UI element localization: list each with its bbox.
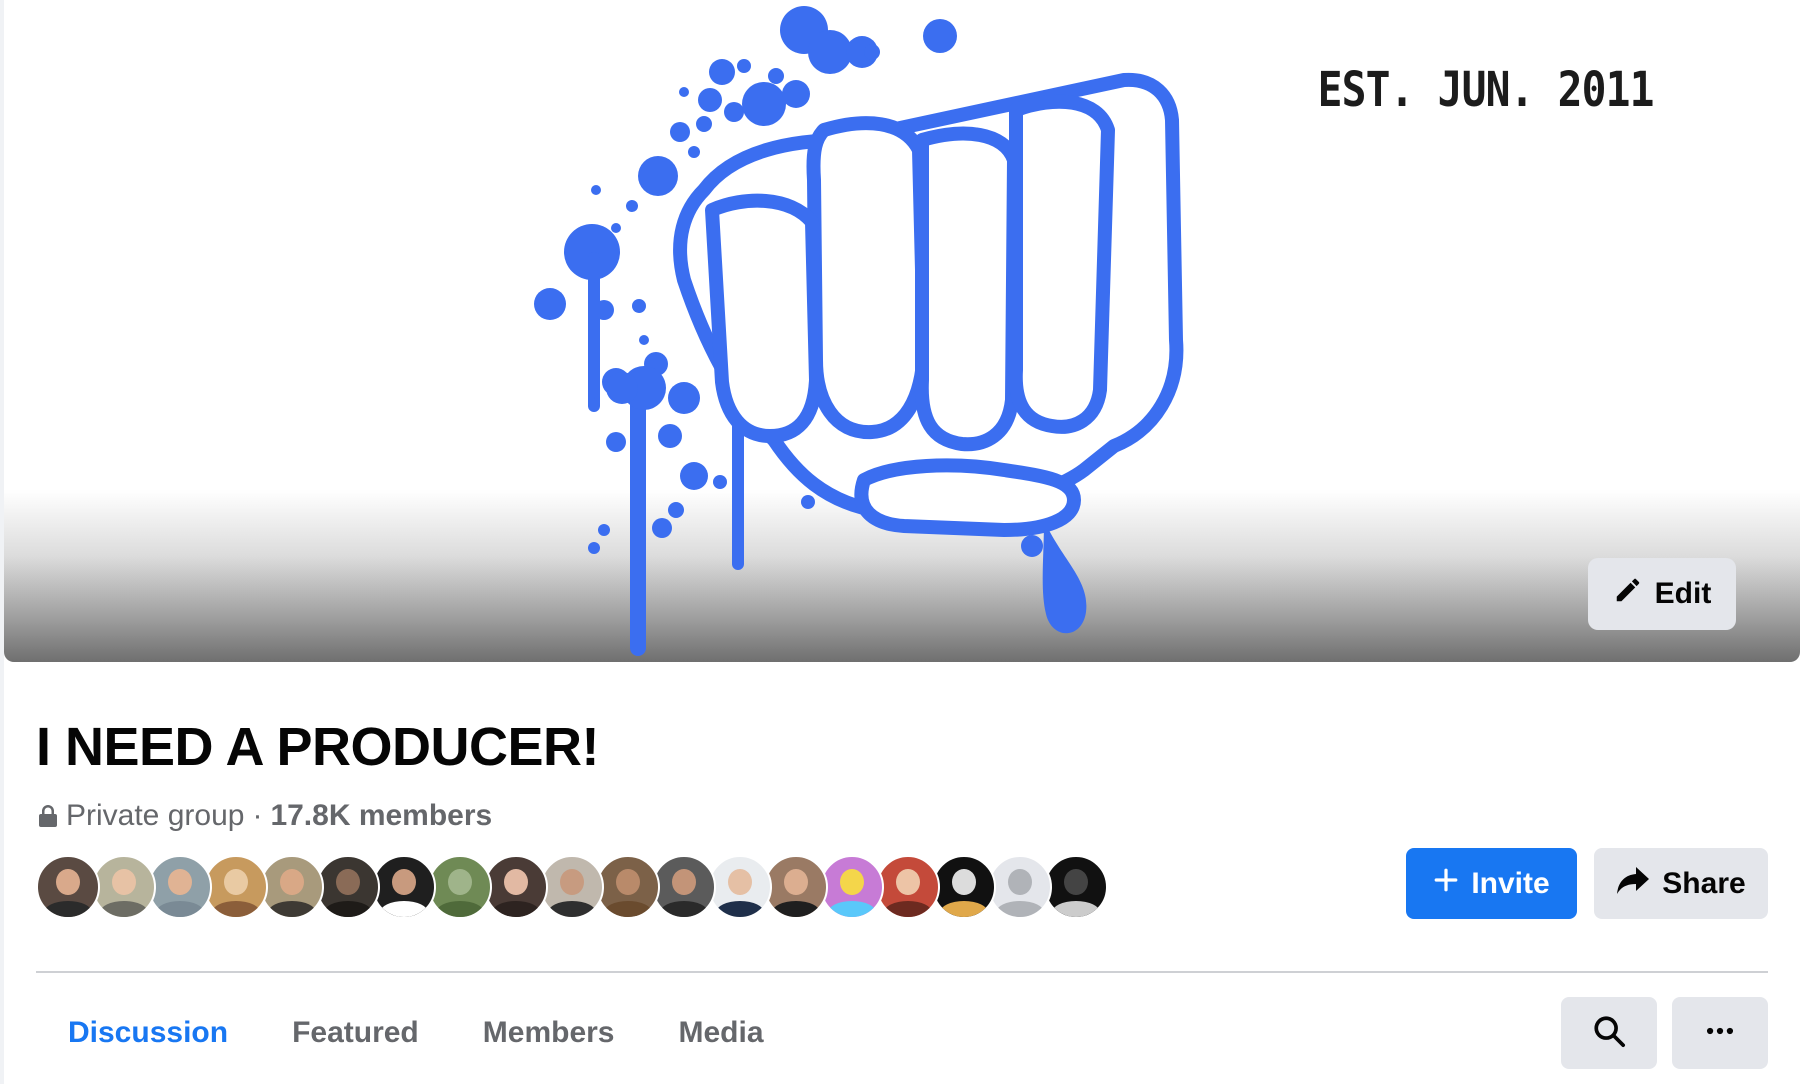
avatar-face (112, 869, 136, 896)
member-avatar[interactable] (652, 855, 716, 919)
member-avatar[interactable] (484, 855, 548, 919)
group-name[interactable]: I NEED A PRODUCER! (36, 716, 600, 778)
member-avatar[interactable] (260, 855, 324, 919)
avatar-face (1064, 869, 1088, 896)
edit-cover-button[interactable]: Edit (1588, 558, 1736, 630)
avatar-body (548, 901, 596, 917)
member-count[interactable]: 17.8K members (270, 799, 492, 833)
member-avatar-stack[interactable] (36, 855, 1108, 919)
invite-label: Invite (1471, 866, 1550, 900)
avatar-face (616, 869, 640, 896)
avatar-body (604, 901, 652, 917)
avatar-body (324, 901, 372, 917)
member-avatar[interactable] (316, 855, 380, 919)
avatar-body (660, 901, 708, 917)
avatar-body (268, 901, 316, 917)
avatar-face (560, 869, 584, 896)
member-avatar[interactable] (1044, 855, 1108, 919)
avatar-face (896, 869, 920, 896)
avatar-face (224, 869, 248, 896)
member-avatar[interactable] (36, 855, 100, 919)
avatar-face (952, 869, 976, 896)
member-avatar[interactable] (596, 855, 660, 919)
avatar-body (1052, 901, 1100, 917)
member-avatar[interactable] (820, 855, 884, 919)
member-avatar[interactable] (428, 855, 492, 919)
header-divider (36, 971, 1768, 973)
tab-featured[interactable]: Featured (260, 990, 451, 1076)
avatar-body (492, 901, 540, 917)
meta-separator: · (252, 799, 263, 832)
tab-members-label: Members (482, 1016, 615, 1049)
avatar-face (336, 869, 360, 896)
avatar-body (100, 901, 148, 917)
search-button[interactable] (1561, 997, 1657, 1069)
tab-featured-label: Featured (292, 1016, 419, 1049)
member-avatar[interactable] (92, 855, 156, 919)
edit-cover-label: Edit (1654, 577, 1712, 610)
group-cover-photo: EST. JUN. 2011 Edit (4, 0, 1800, 662)
member-avatar[interactable] (876, 855, 940, 919)
member-avatar[interactable] (540, 855, 604, 919)
pencil-icon (1613, 575, 1643, 613)
member-avatar[interactable] (988, 855, 1052, 919)
avatar-face (448, 869, 472, 896)
member-avatar[interactable] (204, 855, 268, 919)
avatar-face (168, 869, 192, 896)
member-avatar[interactable] (372, 855, 436, 919)
avatar-face (728, 869, 752, 896)
member-avatar[interactable] (764, 855, 828, 919)
avatar-face (1008, 869, 1032, 896)
cover-tagline: EST. JUN. 2011 (1318, 62, 1655, 118)
lock-icon (38, 805, 58, 827)
tab-media[interactable]: Media (646, 990, 795, 1076)
invite-button[interactable]: Invite (1406, 848, 1577, 919)
member-avatar[interactable] (932, 855, 996, 919)
share-label: Share (1662, 866, 1746, 900)
avatar-body (940, 901, 988, 917)
tab-members[interactable]: Members (451, 990, 647, 1076)
share-arrow-icon (1616, 865, 1650, 903)
search-icon (1592, 1014, 1626, 1053)
avatar-body (716, 901, 764, 917)
more-icon (1703, 1014, 1737, 1053)
plus-icon (1433, 867, 1459, 901)
avatar-body (828, 901, 876, 917)
avatar-body (380, 901, 428, 917)
avatar-face (784, 869, 808, 896)
privacy-label[interactable]: Private group (66, 799, 244, 833)
avatar-body (212, 901, 260, 917)
member-avatar[interactable] (148, 855, 212, 919)
avatar-body (156, 901, 204, 917)
avatar-face (504, 869, 528, 896)
avatar-body (884, 901, 932, 917)
avatar-face (280, 869, 304, 896)
more-options-button[interactable] (1672, 997, 1768, 1069)
tab-discussion-label: Discussion (68, 1016, 229, 1049)
avatar-body (436, 901, 484, 917)
avatar-face (392, 869, 416, 896)
share-button[interactable]: Share (1594, 848, 1768, 919)
group-meta: Private group · 17.8K members (38, 796, 492, 836)
avatar-body (44, 901, 92, 917)
member-avatar[interactable] (708, 855, 772, 919)
avatar-body (996, 901, 1044, 917)
avatar-face (840, 869, 864, 896)
avatar-face (56, 869, 80, 896)
tab-discussion[interactable]: Discussion (36, 990, 260, 1076)
group-tabs: Discussion Featured Members Media (36, 990, 796, 1076)
avatar-body (772, 901, 820, 917)
tab-media-label: Media (678, 1016, 764, 1049)
avatar-face (672, 869, 696, 896)
